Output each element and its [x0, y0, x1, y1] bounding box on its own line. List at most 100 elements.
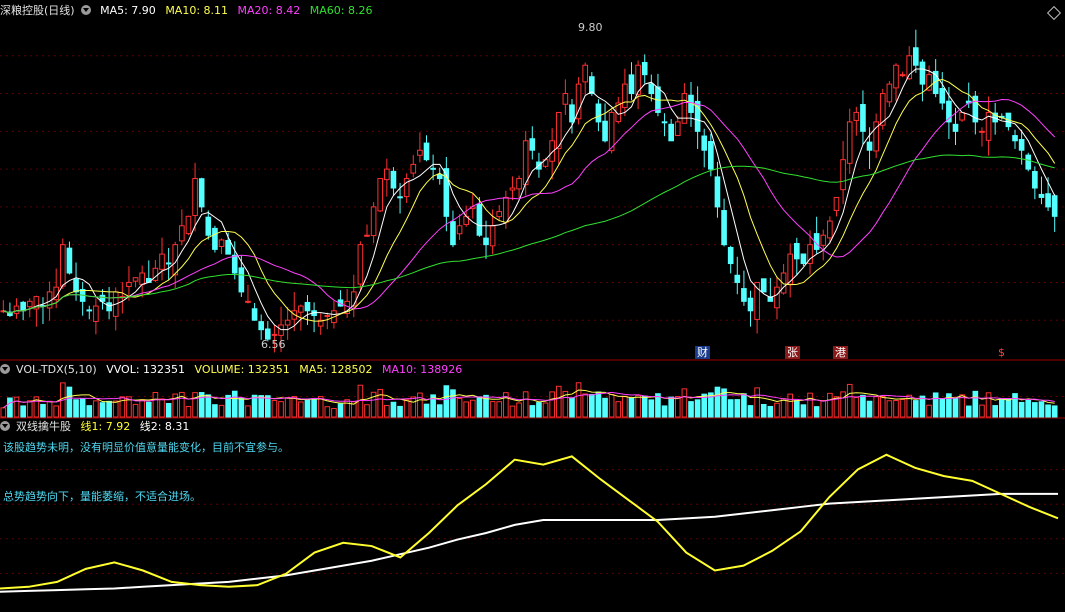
volume-bar: [569, 397, 575, 418]
volume-header: VOL-TDX(5,10) VVOL: 132351 VOLUME: 13235…: [0, 363, 468, 377]
candle-body: [780, 272, 787, 294]
indicator-lines: [0, 453, 1059, 593]
volume-bar: [793, 400, 800, 418]
candle-body: [721, 210, 727, 246]
moving-average-lines: [3, 68, 1056, 331]
candle-body: [820, 234, 827, 246]
candle-body: [185, 215, 192, 235]
volume-bar: [860, 394, 866, 418]
stock-title: 深粮控股(日线): [0, 4, 75, 17]
candle-body: [701, 135, 708, 151]
volume-bar: [919, 395, 926, 418]
ma5-label: MA5: 7.90: [100, 4, 156, 17]
volume-bar: [264, 395, 271, 418]
volume-bar: [390, 401, 397, 418]
volume-bar: [298, 401, 304, 418]
volume-bar: [1045, 404, 1051, 418]
volume-bar: [132, 403, 139, 418]
event-tag-dividend[interactable]: $: [996, 346, 1007, 359]
candle-body: [179, 225, 185, 242]
volume-bar: [66, 386, 73, 418]
candle-body: [1018, 138, 1025, 151]
volume-bar: [231, 390, 238, 418]
volume-bar: [926, 404, 932, 418]
dropdown-icon[interactable]: [80, 5, 91, 15]
candle-body: [886, 83, 893, 103]
volume-bar: [767, 405, 774, 418]
volume-bar: [291, 396, 298, 418]
candle-body: [747, 297, 754, 312]
candle-body: [1038, 193, 1045, 198]
volume-bar: [0, 407, 7, 418]
volume-bar: [992, 405, 998, 418]
candle-body: [238, 267, 245, 293]
volume-bar: [965, 405, 972, 418]
volume-bar: [681, 388, 688, 418]
volume-bar: [304, 398, 311, 418]
candle-body: [410, 163, 417, 174]
volume-bar: [787, 393, 794, 418]
candle-body: [364, 234, 370, 237]
candle-body: [489, 225, 496, 247]
volume-bar: [694, 399, 701, 418]
main-header: 深粮控股(日线) MA5: 7.90 MA10: 8.11 MA20: 8.42…: [0, 4, 378, 18]
volume-bar: [774, 402, 780, 418]
volume-bar: [1005, 398, 1012, 418]
candle-body: [390, 170, 397, 189]
dropdown-icon[interactable]: [0, 364, 10, 374]
volume-bar: [331, 408, 337, 418]
candle-body: [595, 103, 602, 123]
candle-body: [939, 88, 946, 104]
low-price-label: 6.56: [261, 338, 286, 351]
candle-body: [1051, 195, 1058, 217]
candle-body: [231, 254, 238, 274]
volume-bar: [284, 397, 291, 418]
candle-body: [198, 178, 205, 208]
volume-bar: [608, 394, 615, 418]
event-tag-limit[interactable]: 张: [785, 346, 800, 359]
candle-body: [741, 288, 747, 302]
candle-body: [959, 111, 965, 121]
volume-bar: [913, 400, 919, 418]
volume-bar: [998, 398, 1005, 418]
volume-bar: [46, 400, 53, 418]
volume-bar: [873, 396, 879, 418]
volume-bar: [661, 405, 668, 418]
candle-body: [641, 62, 648, 76]
volume-bar: [1018, 401, 1025, 418]
volume-bar: [1051, 405, 1058, 418]
volume-bar: [846, 383, 853, 418]
volume-bar: [827, 392, 833, 418]
candle-body: [370, 206, 377, 237]
volume-bar: [165, 402, 172, 418]
volume-bar: [99, 402, 106, 418]
volume-bar: [853, 397, 860, 418]
candle-body: [165, 262, 172, 265]
volume-bar: [641, 395, 648, 418]
candle-body: [503, 196, 509, 223]
event-tag-hk[interactable]: 港: [833, 346, 848, 359]
candlestick-series: [0, 29, 1058, 353]
volume-bar: [139, 399, 145, 418]
candle-body: [774, 286, 780, 309]
candle-body: [218, 239, 225, 247]
volume-bar: [741, 393, 747, 418]
candle-body: [436, 173, 443, 180]
volume-bar: [463, 401, 469, 418]
volume-bar: [879, 396, 886, 418]
volume-bar: [542, 402, 549, 418]
line1-label: 线1: 7.92: [80, 420, 131, 433]
volume-bar: [93, 400, 99, 418]
volume-bar: [734, 399, 741, 418]
line2-label: 线2: 8.31: [139, 420, 190, 433]
volume-bar: [489, 401, 496, 418]
volume-bar: [1032, 402, 1038, 418]
indicator-note-1: 该股趋势未明，没有明显价值意量能变化，目前不宜参与。: [3, 441, 289, 454]
dropdown-icon[interactable]: [0, 421, 10, 431]
volume-bar: [760, 404, 767, 418]
candle-body: [93, 305, 99, 322]
event-tag-finance[interactable]: 财: [695, 346, 710, 359]
volume-bar: [397, 405, 403, 418]
candle-body: [423, 142, 430, 161]
candle-body: [562, 93, 569, 105]
